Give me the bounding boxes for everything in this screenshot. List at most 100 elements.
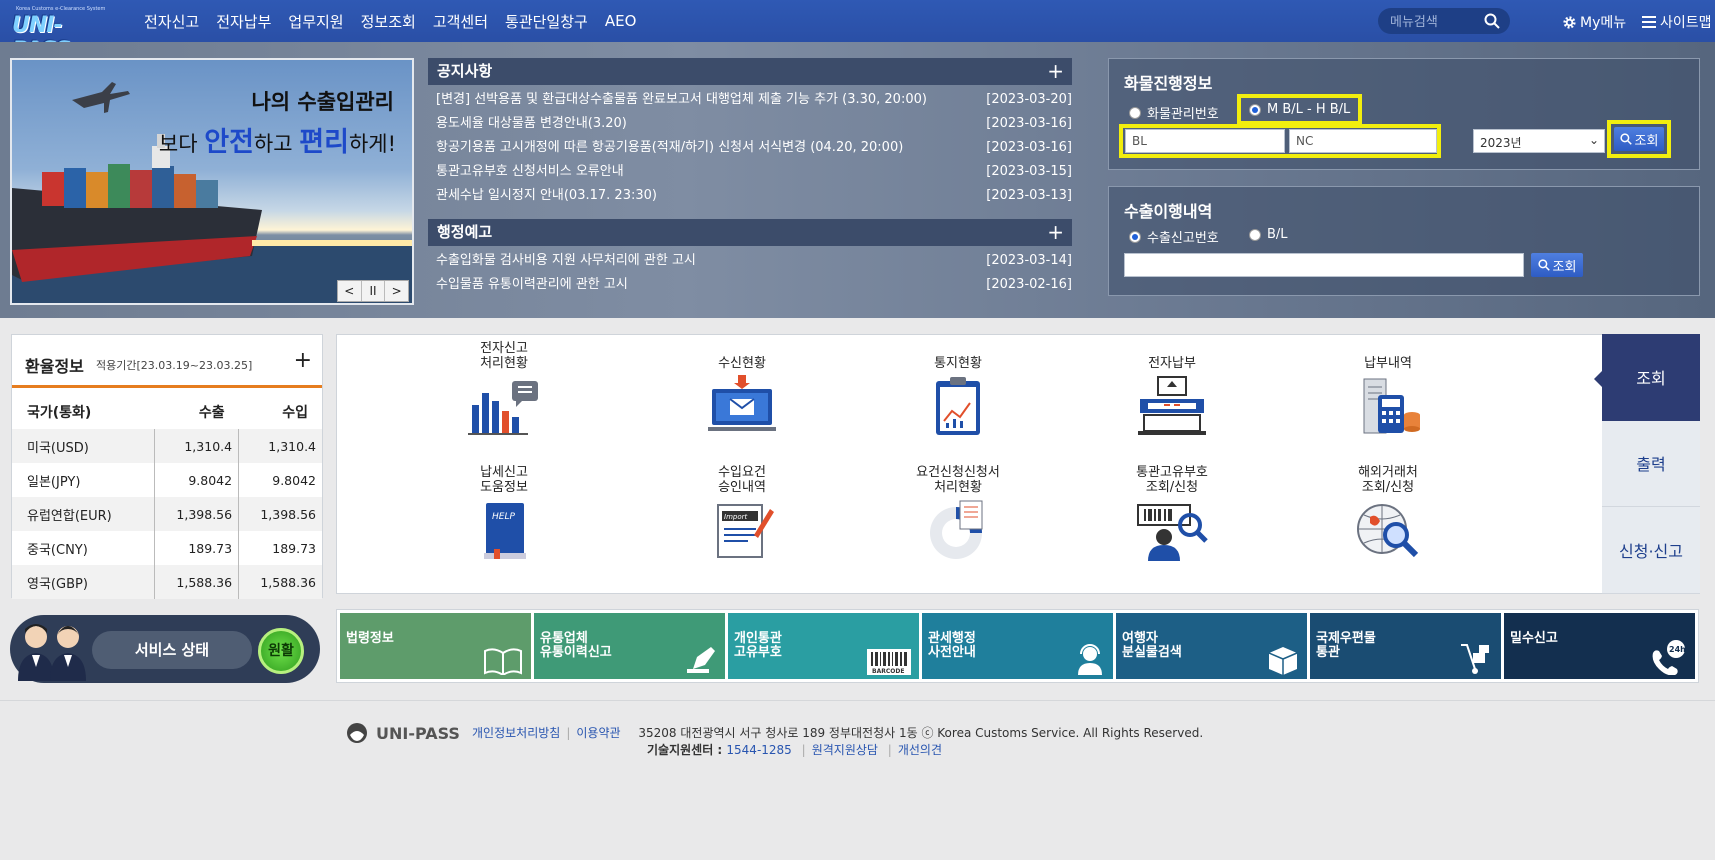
- quick-links-strip: 법령정보 유통업체 유통이력신고 개인통관 고유부호 BARCODE 관세행정 …: [336, 609, 1699, 683]
- notice-title: 공지사항: [437, 62, 493, 80]
- privacy-policy-link[interactable]: 개인정보처리방침: [472, 726, 560, 740]
- year-select[interactable]: 2023년 ⌄: [1473, 129, 1605, 153]
- svg-text:24h: 24h: [1669, 645, 1686, 654]
- remote-support-link[interactable]: 원격지원상담: [812, 743, 878, 757]
- mail-monitor-icon: [708, 375, 776, 431]
- sitemap-label: 사이트맵: [1660, 15, 1712, 31]
- terms-link[interactable]: 이용약관: [576, 726, 620, 740]
- tile-label: 수입요건 승인내역: [718, 465, 766, 495]
- radio-cargo-number[interactable]: 화물관리번호: [1129, 103, 1219, 122]
- svg-text:Import: Import: [724, 513, 747, 521]
- fx-table: 국가(통화) 수출 수입 미국(USD) 1,310.4 1,310.4 일본(JPY)…: [12, 395, 322, 599]
- quick-link-personal-code[interactable]: 개인통관 고유부호 BARCODE: [728, 613, 919, 679]
- chevron-down-icon: ⌄: [1588, 133, 1599, 147]
- service-shortcuts: 전자신고 처리현황 수신현황 통지현황 전자납부 납부내역 납세신고 도움정보 …: [336, 334, 1699, 594]
- tab-print[interactable]: 출력: [1602, 420, 1700, 508]
- unipass-logo[interactable]: Korea Customs e-Clearance System UNI-PAS…: [12, 6, 112, 63]
- percent-pie-icon: [930, 500, 983, 559]
- admin-notice-item[interactable]: 수출입화물 검사비용 지원 사무처리에 관한 고시 [2023-03-14]: [428, 249, 1072, 273]
- admin-notice-item[interactable]: 수입물품 유통이력관리에 관한 고시 [2023-02-16]: [428, 273, 1072, 297]
- promo-banner[interactable]: 나의 수출입관리 보다 안전하고 편리하게! < II >: [10, 58, 414, 305]
- tile-tax-help[interactable]: 납세신고 도움정보 HELP: [429, 465, 579, 561]
- hbl-input[interactable]: NC: [1289, 129, 1437, 153]
- tile-electronic-payment[interactable]: 전자납부: [1097, 341, 1247, 437]
- tile-label: 납부내역: [1364, 356, 1412, 371]
- quick-link-intl-mail[interactable]: 국제우편물 통관: [1310, 613, 1501, 679]
- bar-chart-icon: [468, 381, 538, 435]
- tile-receive-status[interactable]: 수신현황: [667, 341, 817, 437]
- notice-item[interactable]: 용도세율 대상물품 변경안내(3.20) [2023-03-16]: [428, 112, 1072, 136]
- my-menu-link[interactable]: My메뉴: [1562, 12, 1626, 32]
- radio-mbl-hbl[interactable]: M B/L - H B/L: [1237, 94, 1363, 125]
- box-icon: [1268, 647, 1298, 675]
- mbl-input[interactable]: BL: [1125, 129, 1285, 153]
- quick-link-distribution[interactable]: 유통업체 유통이력신고: [534, 613, 725, 679]
- footer-support: 기술지원센터 : 1544-1285 | 원격지원상담 | 개선의견: [647, 743, 942, 757]
- help-book-icon: HELP: [484, 503, 526, 559]
- barcode-icon: BARCODE: [867, 649, 911, 675]
- service-status-label: 서비스 상태: [92, 631, 252, 669]
- search-icon: [1537, 259, 1550, 271]
- tile-declaration-status[interactable]: 전자신고 처리현황: [429, 341, 579, 437]
- notice-item[interactable]: 관세수납 일시정지 안내(03.17. 23:30) [2023-03-13]: [428, 184, 1072, 208]
- tile-label: 납세신고 도움정보: [480, 465, 528, 495]
- fx-header-row: 국가(통화) 수출 수입: [27, 405, 308, 421]
- tile-overseas-partner[interactable]: 해외거래처 조회/신청: [1313, 465, 1463, 561]
- tile-import-approval[interactable]: 수입요건 승인내역 Import: [667, 465, 817, 561]
- cargo-progress-panel: 화물진행정보 화물관리번호 M B/L - H B/L BL NC 2023년 …: [1108, 58, 1700, 170]
- feedback-link[interactable]: 개선의견: [898, 743, 942, 757]
- tile-requirement-application[interactable]: 요건신청신청서 처리현황: [883, 465, 1033, 561]
- cargo-inquiry-button[interactable]: 조회: [1614, 127, 1664, 151]
- banner-pause-button[interactable]: II: [362, 281, 386, 301]
- my-menu-label: My메뉴: [1580, 15, 1627, 31]
- tile-label: 수신현황: [718, 356, 766, 371]
- quick-link-smuggling-report[interactable]: 밀수신고 24h: [1504, 613, 1695, 679]
- search-icon: [1619, 133, 1632, 145]
- quick-link-law[interactable]: 법령정보: [340, 613, 531, 679]
- quick-link-customs-guide[interactable]: 관세행정 사전안내: [922, 613, 1113, 679]
- tile-label: 통관고유부호 조회/신청: [1136, 465, 1208, 495]
- notice-more-button[interactable]: +: [1047, 58, 1064, 85]
- nav-electronic-declaration[interactable]: 전자신고: [144, 11, 199, 32]
- search-icon[interactable]: [1484, 13, 1500, 29]
- footer-address: 35208 대전광역시 서구 청사로 189 정부대전청사 1동 ⓒ Korea…: [638, 726, 1204, 740]
- notice-item[interactable]: 항공기용품 고시개정에 따른 항공기용품(적재/하기) 신청서 서식변경 (04…: [428, 136, 1072, 160]
- main-nav: 전자신고 전자납부 업무지원 정보조회 고객센터 통관단일창구 AEO: [144, 0, 653, 42]
- notice-item[interactable]: 통관고유부호 신청서비스 오류안내 [2023-03-15]: [428, 160, 1072, 184]
- tile-notification-status[interactable]: 통지현황: [883, 341, 1033, 437]
- nav-single-window[interactable]: 통관단일창구: [505, 11, 588, 32]
- cargo-inquiry-highlight: 조회: [1607, 120, 1671, 158]
- export-number-input[interactable]: [1124, 253, 1524, 277]
- nav-info-inquiry[interactable]: 정보조회: [361, 11, 416, 32]
- tab-inquiry[interactable]: 조회: [1594, 334, 1700, 421]
- stamp-icon: [687, 647, 715, 673]
- quick-link-lost-items[interactable]: 여행자 분실물검색: [1116, 613, 1307, 679]
- tile-payment-history[interactable]: 납부내역: [1313, 341, 1463, 437]
- customs-emblem-icon: [347, 723, 367, 743]
- tile-customs-code[interactable]: 통관고유부호 조회/신청: [1097, 465, 1247, 561]
- receipt-calculator-icon: [1363, 378, 1420, 434]
- radio-dot-selected: [1129, 230, 1141, 243]
- tab-application[interactable]: 신청·신고: [1602, 507, 1700, 594]
- banner-prev-button[interactable]: <: [338, 281, 362, 301]
- fx-more-button[interactable]: +: [294, 348, 312, 373]
- table-row: 영국(GBP) 1,588.36 1,588.36: [12, 565, 322, 599]
- nav-customer-center[interactable]: 고객센터: [433, 11, 488, 32]
- admin-notice-more-button[interactable]: +: [1047, 219, 1064, 246]
- notice-item[interactable]: [변경] 선박용품 및 환급대상수출물품 완료보고서 대행업체 제출 기능 추가…: [428, 88, 1072, 112]
- globe-magnifier-icon: [1357, 504, 1419, 558]
- import-document-icon: Import: [717, 504, 774, 558]
- banner-next-button[interactable]: >: [385, 281, 408, 301]
- nav-electronic-payment[interactable]: 전자납부: [216, 11, 271, 32]
- nav-work-support[interactable]: 업무지원: [288, 11, 343, 32]
- export-inquiry-button[interactable]: 조회: [1531, 253, 1583, 277]
- table-row: 유럽연합(EUR) 1,398.56 1,398.56: [12, 497, 322, 531]
- nav-aeo[interactable]: AEO: [605, 12, 637, 30]
- fx-period: 적용기간[23.03.19~23.03.25]: [96, 359, 253, 372]
- menu-search-input[interactable]: [1390, 12, 1480, 30]
- open-book-icon: [484, 648, 522, 675]
- radio-export-number[interactable]: 수출신고번호: [1129, 227, 1219, 246]
- sitemap-link[interactable]: 사이트맵: [1642, 12, 1712, 32]
- radio-bl[interactable]: B/L: [1249, 227, 1288, 242]
- radio-dot: [1249, 228, 1261, 241]
